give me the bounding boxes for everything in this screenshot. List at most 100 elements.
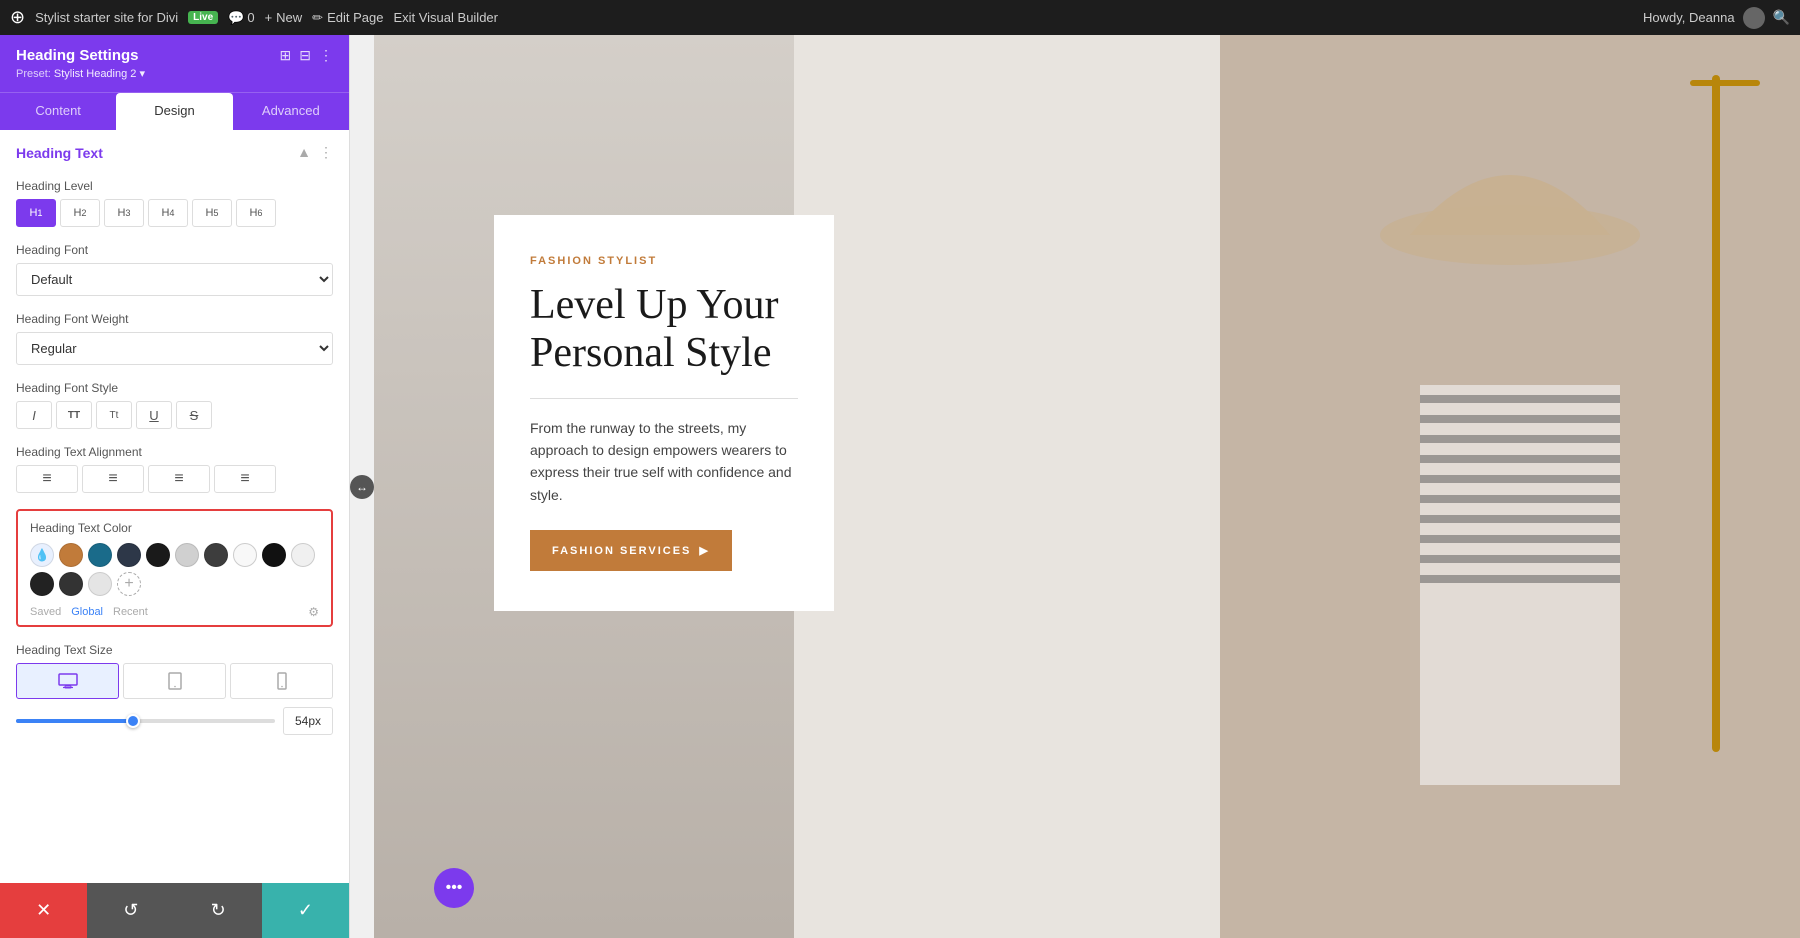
slider-value[interactable]: 54px bbox=[283, 707, 333, 735]
card-body-text: From the runway to the streets, my appro… bbox=[530, 417, 798, 507]
heading-level-h5[interactable]: H5 bbox=[192, 199, 232, 227]
save-button[interactable]: ✓ bbox=[262, 883, 349, 938]
howdy-text: Howdy, Deanna bbox=[1643, 10, 1735, 25]
align-left-btn[interactable]: ≡ bbox=[16, 465, 78, 493]
tab-design[interactable]: Design bbox=[116, 93, 232, 130]
color-swatch-9[interactable] bbox=[291, 543, 315, 567]
page-content: FASHION STYLIST Level Up Your Personal S… bbox=[374, 35, 1800, 938]
slider-container[interactable] bbox=[16, 711, 275, 731]
exit-label: Exit Visual Builder bbox=[393, 10, 498, 25]
card-heading: Level Up Your Personal Style bbox=[530, 281, 798, 378]
rack-horizontal-bar bbox=[1690, 80, 1760, 86]
color-swatch-1[interactable] bbox=[59, 543, 83, 567]
color-swatch-11[interactable] bbox=[59, 572, 83, 596]
save-icon: ✓ bbox=[298, 900, 313, 921]
color-swatch-8[interactable] bbox=[262, 543, 286, 567]
tab-advanced[interactable]: Advanced bbox=[233, 93, 349, 130]
color-swatch-3[interactable] bbox=[117, 543, 141, 567]
heading-color-label: Heading Text Color bbox=[30, 521, 319, 535]
wordpress-logo-icon[interactable]: ⊕ bbox=[10, 7, 25, 28]
settings-layout-icon[interactable]: ⊟ bbox=[299, 47, 311, 64]
panel-resize-handle[interactable]: ↔ bbox=[350, 475, 374, 499]
italic-btn[interactable]: I bbox=[16, 401, 52, 429]
comment-count: 💬 0 bbox=[228, 10, 254, 26]
floating-dots-button[interactable]: ••• bbox=[434, 868, 474, 908]
heading-level-h1[interactable]: H1 bbox=[16, 199, 56, 227]
heading-level-h3[interactable]: H3 bbox=[104, 199, 144, 227]
color-tab-global[interactable]: Global bbox=[71, 606, 103, 618]
heading-font-select[interactable]: Default bbox=[16, 263, 333, 296]
cancel-button[interactable]: ✕ bbox=[0, 883, 87, 938]
heading-style-row: Heading Font Style I TT Tt U S bbox=[0, 373, 349, 437]
color-swatch-6[interactable] bbox=[204, 543, 228, 567]
align-center-btn[interactable]: ≡ bbox=[82, 465, 144, 493]
redo-button[interactable]: ↻ bbox=[175, 883, 262, 938]
fullscreen-icon[interactable]: ⊞ bbox=[280, 47, 292, 64]
slider-row: 54px bbox=[16, 707, 333, 735]
all-caps-btn[interactable]: TT bbox=[56, 401, 92, 429]
cta-arrow-icon: ▶ bbox=[699, 544, 709, 557]
hero-card: FASHION STYLIST Level Up Your Personal S… bbox=[494, 215, 834, 611]
edit-page-button[interactable]: ✏ Edit Page bbox=[312, 10, 383, 26]
small-caps-btn[interactable]: Tt bbox=[96, 401, 132, 429]
color-swatch-7[interactable] bbox=[233, 543, 257, 567]
size-mobile-btn[interactable] bbox=[230, 663, 333, 699]
desktop-icon bbox=[58, 673, 78, 689]
color-swatch-10[interactable] bbox=[30, 572, 54, 596]
color-swatch-12[interactable] bbox=[88, 572, 112, 596]
wp-bar-right: Howdy, Deanna 🔍 bbox=[1643, 7, 1790, 29]
heading-weight-row: Heading Font Weight Regular bbox=[0, 304, 349, 373]
color-settings-gear-icon[interactable]: ⚙ bbox=[308, 605, 319, 619]
card-divider bbox=[530, 398, 798, 399]
tab-content[interactable]: Content bbox=[0, 93, 116, 130]
size-tablet-btn[interactable] bbox=[123, 663, 226, 699]
redo-icon: ↻ bbox=[211, 900, 226, 921]
heading-level-row: Heading Level H1 H2 H3 H4 H5 H6 bbox=[0, 171, 349, 235]
heading-weight-label: Heading Font Weight bbox=[16, 312, 333, 326]
strikethrough-btn[interactable]: S bbox=[176, 401, 212, 429]
color-tab-recent[interactable]: Recent bbox=[113, 606, 148, 618]
cta-button[interactable]: FASHION SERVICES ▶ bbox=[530, 530, 732, 571]
heading-size-row: Heading Text Size bbox=[0, 635, 349, 743]
more-options-icon[interactable]: ⋮ bbox=[319, 47, 333, 64]
preset-value[interactable]: Stylist Heading 2 ▾ bbox=[54, 67, 145, 80]
hero-image-section bbox=[1220, 35, 1800, 938]
heading-level-h6[interactable]: H6 bbox=[236, 199, 276, 227]
search-icon[interactable]: 🔍 bbox=[1773, 9, 1790, 26]
new-button[interactable]: + New bbox=[265, 10, 303, 25]
preset-label: Preset: bbox=[16, 68, 51, 80]
slider-thumb[interactable] bbox=[126, 714, 140, 728]
heading-color-section: Heading Text Color 💧 + bbox=[16, 509, 333, 627]
wp-bar-left: ⊕ Stylist starter site for Divi Live 💬 0… bbox=[10, 7, 1631, 28]
color-tab-saved[interactable]: Saved bbox=[30, 606, 61, 618]
slider-fill bbox=[16, 719, 133, 723]
rack-bar bbox=[1712, 75, 1720, 752]
eyedropper-tool[interactable]: 💧 bbox=[30, 543, 54, 567]
align-right-btn[interactable]: ≡ bbox=[148, 465, 210, 493]
plus-icon: + bbox=[265, 10, 273, 25]
size-desktop-btn[interactable] bbox=[16, 663, 119, 699]
exit-visual-builder-button[interactable]: Exit Visual Builder bbox=[393, 10, 498, 25]
live-badge: Live bbox=[188, 11, 218, 24]
heading-level-h4[interactable]: H4 bbox=[148, 199, 188, 227]
collapse-icon[interactable]: ▲ bbox=[297, 144, 311, 161]
color-swatch-5[interactable] bbox=[175, 543, 199, 567]
card-eyebrow: FASHION STYLIST bbox=[530, 255, 798, 267]
mobile-icon bbox=[277, 672, 287, 690]
section-header-icons: ▲ ⋮ bbox=[297, 144, 333, 161]
heading-level-h2[interactable]: H2 bbox=[60, 199, 100, 227]
add-color-btn[interactable]: + bbox=[117, 572, 141, 596]
underline-btn[interactable]: U bbox=[136, 401, 172, 429]
fashion-photo bbox=[1220, 35, 1800, 938]
panel-header: Heading Settings ⊞ ⊟ ⋮ Preset: Stylist H… bbox=[0, 35, 349, 92]
heading-weight-select[interactable]: Regular bbox=[16, 332, 333, 365]
canvas: FASHION STYLIST Level Up Your Personal S… bbox=[374, 35, 1800, 938]
color-swatch-4[interactable] bbox=[146, 543, 170, 567]
color-swatch-2[interactable] bbox=[88, 543, 112, 567]
panel-body: Heading Text ▲ ⋮ Heading Level H1 H2 H3 … bbox=[0, 130, 349, 883]
undo-button[interactable]: ↺ bbox=[87, 883, 174, 938]
section-more-icon[interactable]: ⋮ bbox=[319, 144, 333, 161]
align-justify-btn[interactable]: ≡ bbox=[214, 465, 276, 493]
heading-align-row: Heading Text Alignment ≡ ≡ ≡ ≡ bbox=[0, 437, 349, 501]
panel-title: Heading Settings bbox=[16, 47, 139, 64]
